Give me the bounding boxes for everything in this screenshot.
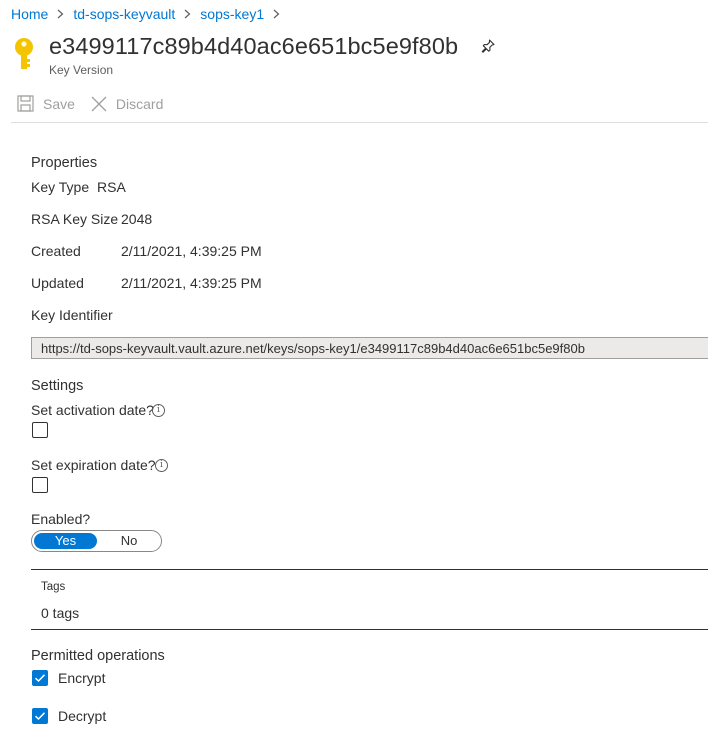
updated-label: Updated: [31, 275, 84, 291]
chevron-right-icon: [184, 9, 191, 19]
encrypt-checkbox[interactable]: [32, 670, 48, 686]
permitted-operations-heading: Permitted operations: [31, 648, 165, 664]
command-bar: Save Discard: [17, 95, 163, 112]
breadcrumb-key[interactable]: sops-key1: [200, 6, 264, 22]
discard-label: Discard: [115, 95, 164, 112]
checkmark-icon: [34, 674, 46, 683]
save-label: Save: [43, 95, 75, 112]
key-type-value: RSA: [97, 179, 126, 195]
checkmark-icon: [34, 712, 46, 721]
save-button[interactable]: Save: [17, 95, 75, 112]
encrypt-label: Encrypt: [58, 670, 106, 686]
activation-date-label: Set activation date?: [31, 402, 154, 418]
pin-icon[interactable]: [480, 38, 496, 54]
tags-bottom-divider: [31, 629, 708, 630]
decrypt-checkbox[interactable]: [32, 708, 48, 724]
info-icon[interactable]: i: [152, 404, 165, 417]
decrypt-label: Decrypt: [58, 708, 107, 724]
enabled-toggle: Yes No: [31, 530, 162, 552]
enabled-label: Enabled?: [31, 511, 91, 527]
page-subtitle: Key Version: [49, 63, 114, 77]
updated-value: 2/11/2021, 4:39:25 PM: [121, 275, 262, 291]
key-type-label: Key Type: [31, 179, 90, 195]
page-title: e3499117c89b4d40ac6e651bc5e9f80b: [49, 33, 459, 59]
breadcrumb-keyvault[interactable]: td-sops-keyvault: [73, 6, 175, 22]
tags-label: Tags: [41, 581, 66, 593]
expiration-date-checkbox[interactable]: [32, 477, 48, 493]
created-label: Created: [31, 243, 81, 259]
save-icon: [17, 95, 34, 112]
breadcrumb-home[interactable]: Home: [11, 6, 48, 22]
enabled-yes-option[interactable]: Yes: [34, 533, 97, 549]
chevron-right-icon: [57, 9, 64, 19]
tags-top-divider: [31, 569, 708, 570]
settings-heading: Settings: [31, 378, 84, 394]
info-icon[interactable]: i: [155, 459, 168, 472]
key-size-value: 2048: [121, 211, 153, 227]
activation-date-checkbox[interactable]: [32, 422, 48, 438]
enabled-no-option[interactable]: No: [98, 533, 160, 549]
close-icon: [91, 96, 107, 111]
properties-heading: Properties: [31, 155, 98, 171]
key-identifier-field[interactable]: https://td-sops-keyvault.vault.azure.net…: [31, 337, 708, 359]
created-value: 2/11/2021, 4:39:25 PM: [121, 243, 262, 259]
header-divider: [11, 122, 708, 123]
expiration-date-label: Set expiration date?: [31, 457, 156, 473]
discard-button[interactable]: Discard: [91, 96, 163, 112]
key-icon: [12, 37, 36, 71]
tags-value[interactable]: 0 tags: [41, 605, 79, 621]
breadcrumb: Home td-sops-keyvault sops-key1: [11, 5, 289, 23]
key-identifier-label: Key Identifier: [31, 307, 113, 323]
chevron-right-icon: [273, 9, 280, 19]
key-size-label: RSA Key Size: [31, 211, 119, 227]
